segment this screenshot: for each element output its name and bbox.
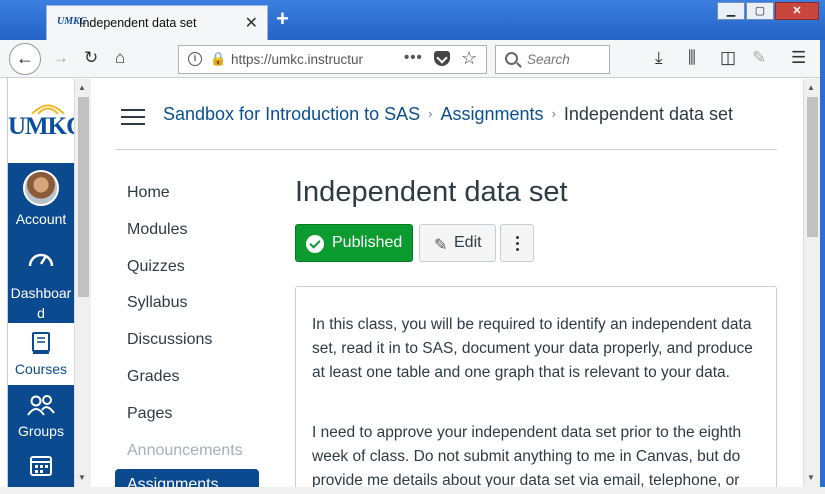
check-circle-icon — [306, 235, 324, 253]
menu-icon[interactable]: ☰ — [791, 48, 806, 68]
page-title: Independent data set — [295, 176, 568, 208]
page-actions-icon[interactable]: ••• — [404, 49, 423, 66]
scroll-down-icon[interactable]: ▼ — [78, 473, 86, 482]
page-scrollbar-thumb[interactable] — [807, 97, 818, 237]
edit-button[interactable]: ✎ Edit — [419, 224, 496, 262]
gnav-calendar[interactable] — [8, 447, 74, 487]
home-icon[interactable]: ⌂ — [115, 48, 125, 68]
back-icon[interactable]: ← — [9, 43, 41, 75]
more-options-button[interactable] — [500, 224, 534, 262]
minimize-icon[interactable]: ▁ — [717, 2, 745, 20]
scroll-up-icon[interactable]: ▲ — [78, 83, 86, 92]
page-viewport: UMKC Account Dashboar d Courses Groups ▲… — [8, 79, 803, 487]
breadcrumb-course[interactable]: Sandbox for Introduction to SAS — [163, 104, 420, 124]
page-scrollbar[interactable]: ▲ ▼ — [803, 79, 820, 487]
course-nav-discussions[interactable]: Discussions — [127, 331, 212, 349]
window-frame-bottom — [0, 487, 825, 494]
browser-toolbar: ← → ↻ ⌂ i 🔒 https://umkc.instructur ••• … — [0, 40, 825, 78]
url-text[interactable]: https://umkc.instructur — [231, 52, 371, 67]
description-paragraph-2: I need to approve your independent data … — [312, 424, 742, 487]
breadcrumb-assignments[interactable]: Assignments — [441, 104, 544, 124]
course-nav-pages[interactable]: Pages — [127, 405, 172, 423]
published-label: Published — [332, 234, 403, 251]
gnav-dashboard-label-1: Dashboar — [10, 285, 72, 301]
breadcrumb-current: Independent data set — [563, 104, 734, 124]
gnav-account[interactable]: Account — [8, 163, 74, 227]
kebab-menu-icon — [516, 236, 520, 254]
sidebar-icon[interactable]: ◫ — [720, 48, 736, 68]
window-frame-right — [820, 40, 825, 494]
course-nav-grades[interactable]: Grades — [127, 368, 179, 386]
gnav-groups[interactable]: Groups — [8, 385, 74, 447]
umkc-favicon-icon: UMKC — [57, 16, 87, 27]
browser-tab[interactable]: UMKC Independent data set ✕ — [46, 5, 268, 40]
gnav-courses[interactable]: Courses — [8, 323, 74, 385]
course-nav-assignments[interactable]: Assignments — [115, 469, 259, 487]
assignment-description: In this class, you will be required to i… — [295, 286, 777, 487]
umkc-logo[interactable]: UMKC — [8, 79, 84, 163]
new-tab-icon[interactable]: + — [276, 6, 289, 32]
course-nav-quizzes[interactable]: Quizzes — [127, 258, 185, 276]
published-button[interactable]: Published — [295, 224, 413, 262]
bookmark-star-icon[interactable]: ☆ — [461, 48, 477, 69]
downloads-icon[interactable]: ⤓ — [655, 48, 663, 68]
chevron-right-icon: › — [428, 106, 433, 121]
pencil-icon: ✎ — [434, 237, 448, 254]
forward-icon[interactable]: → — [52, 48, 69, 68]
course-nav-announcements[interactable]: Announcements — [127, 442, 243, 460]
url-bar[interactable]: i 🔒 https://umkc.instructur ••• ☆ — [178, 45, 487, 74]
scroll-down-icon[interactable]: ▼ — [807, 473, 815, 482]
tab-title: Independent data set — [79, 16, 197, 30]
library-icon[interactable]: ⫼ — [688, 48, 696, 68]
course-nav-modules[interactable]: Modules — [127, 221, 187, 239]
pocket-icon[interactable] — [434, 51, 450, 66]
chevron-right-icon: › — [551, 106, 556, 121]
nav-scrollbar-thumb[interactable] — [78, 97, 89, 297]
book-icon — [32, 332, 50, 354]
course-nav-home[interactable]: Home — [127, 184, 170, 202]
pen-icon[interactable]: ✎ — [752, 48, 766, 68]
course-nav-assignments-label: Assignments — [127, 476, 219, 487]
gnav-dashboard-label-2: d — [37, 305, 45, 321]
maximize-icon[interactable]: ▢ — [746, 2, 774, 20]
close-window-icon[interactable]: ✕ — [775, 2, 819, 20]
calendar-icon — [30, 456, 52, 476]
course-menu-toggle-icon[interactable] — [121, 109, 145, 125]
gnav-groups-label: Groups — [18, 423, 64, 439]
gnav-dashboard[interactable]: Dashboar d — [8, 225, 74, 323]
nav-scrollbar[interactable]: ▲ ▼ — [74, 79, 91, 487]
scroll-up-icon[interactable]: ▲ — [807, 83, 815, 92]
global-navigation: UMKC Account Dashboar d Courses Groups — [8, 79, 84, 487]
window-frame-left — [0, 78, 8, 494]
header-divider — [115, 149, 777, 150]
search-input[interactable]: Search — [495, 45, 610, 74]
search-placeholder: Search — [527, 52, 570, 67]
avatar — [23, 170, 59, 206]
breadcrumb: Sandbox for Introduction to SAS › Assignme… — [163, 104, 733, 125]
lock-icon: 🔒 — [210, 51, 227, 66]
search-icon — [505, 52, 518, 65]
groups-icon — [27, 395, 55, 416]
tab-close-icon[interactable]: ✕ — [245, 13, 258, 33]
edit-label: Edit — [454, 234, 482, 251]
course-nav-syllabus[interactable]: Syllabus — [127, 294, 187, 312]
dashboard-gauge-icon — [28, 253, 54, 267]
reload-icon[interactable]: ↻ — [84, 48, 98, 68]
gnav-courses-label: Courses — [14, 361, 68, 377]
description-paragraph-1: In this class, you will be required to i… — [312, 316, 753, 381]
logo-text: UMKC — [8, 113, 84, 140]
info-icon[interactable]: i — [188, 52, 202, 66]
